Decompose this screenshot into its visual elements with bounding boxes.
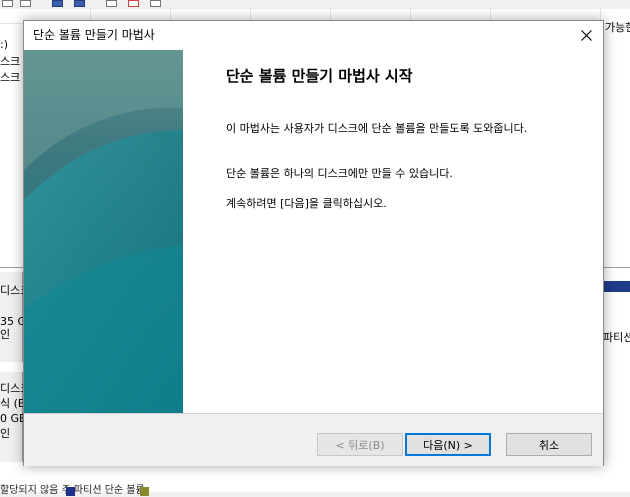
wizard-note: 단순 볼륨은 하나의 디스크에만 만들 수 있습니다. (226, 167, 453, 180)
disk-1-status: 인 (0, 328, 11, 341)
new-simple-volume-wizard: 단순 볼륨 만들기 마법사 단순 볼륨 만들기 마법사 시작 이 마법사는 사용… (23, 20, 604, 466)
partition-label[interactable]: 파티션 (603, 331, 630, 344)
volume-row-label: 스크 (0, 71, 21, 84)
toolbar-back-icon[interactable] (2, 0, 13, 7)
wizard-footer: < 뒤로(B) 다음(N) > 취소 (24, 413, 603, 466)
toolbar-help-icon[interactable] (52, 0, 63, 7)
close-button[interactable] (569, 21, 603, 49)
disk-2-status: 인 (0, 427, 11, 440)
partition-header-strip (604, 281, 630, 292)
disk-2-type: 식 (E (0, 397, 25, 410)
toolbar-properties-icon[interactable] (20, 0, 31, 7)
wizard-instruction: 계속하려면 [다음]을 클릭하십시오. (226, 197, 387, 210)
toolbar-view-icon[interactable] (74, 0, 85, 7)
column-header-free-space[interactable]: 가능한 (605, 21, 630, 34)
toolbar-check-icon[interactable] (128, 0, 139, 7)
dialog-title: 단순 볼륨 만들기 마법사 (33, 28, 155, 42)
toolbar-list-icon[interactable] (150, 0, 161, 7)
volume-row-label: 스크 (0, 55, 21, 68)
toolbar-settings-icon[interactable] (106, 0, 117, 7)
cancel-button[interactable]: 취소 (506, 433, 592, 456)
wizard-heading: 단순 볼륨 만들기 마법사 시작 (226, 67, 413, 85)
close-icon (580, 29, 592, 41)
wizard-banner-image (24, 50, 183, 413)
volume-row-label: :) (0, 38, 8, 51)
back-button[interactable]: < 뒤로(B) (317, 433, 403, 456)
wizard-content: 단순 볼륨 만들기 마법사 시작 이 마법사는 사용자가 디스크에 단순 볼륨을… (183, 50, 603, 413)
wizard-description: 이 마법사는 사용자가 디스크에 단순 볼륨을 만들도록 도와줍니다. (226, 122, 528, 135)
dialog-titlebar[interactable]: 단순 볼륨 만들기 마법사 (24, 21, 603, 49)
next-button[interactable]: 다음(N) > (405, 433, 491, 456)
